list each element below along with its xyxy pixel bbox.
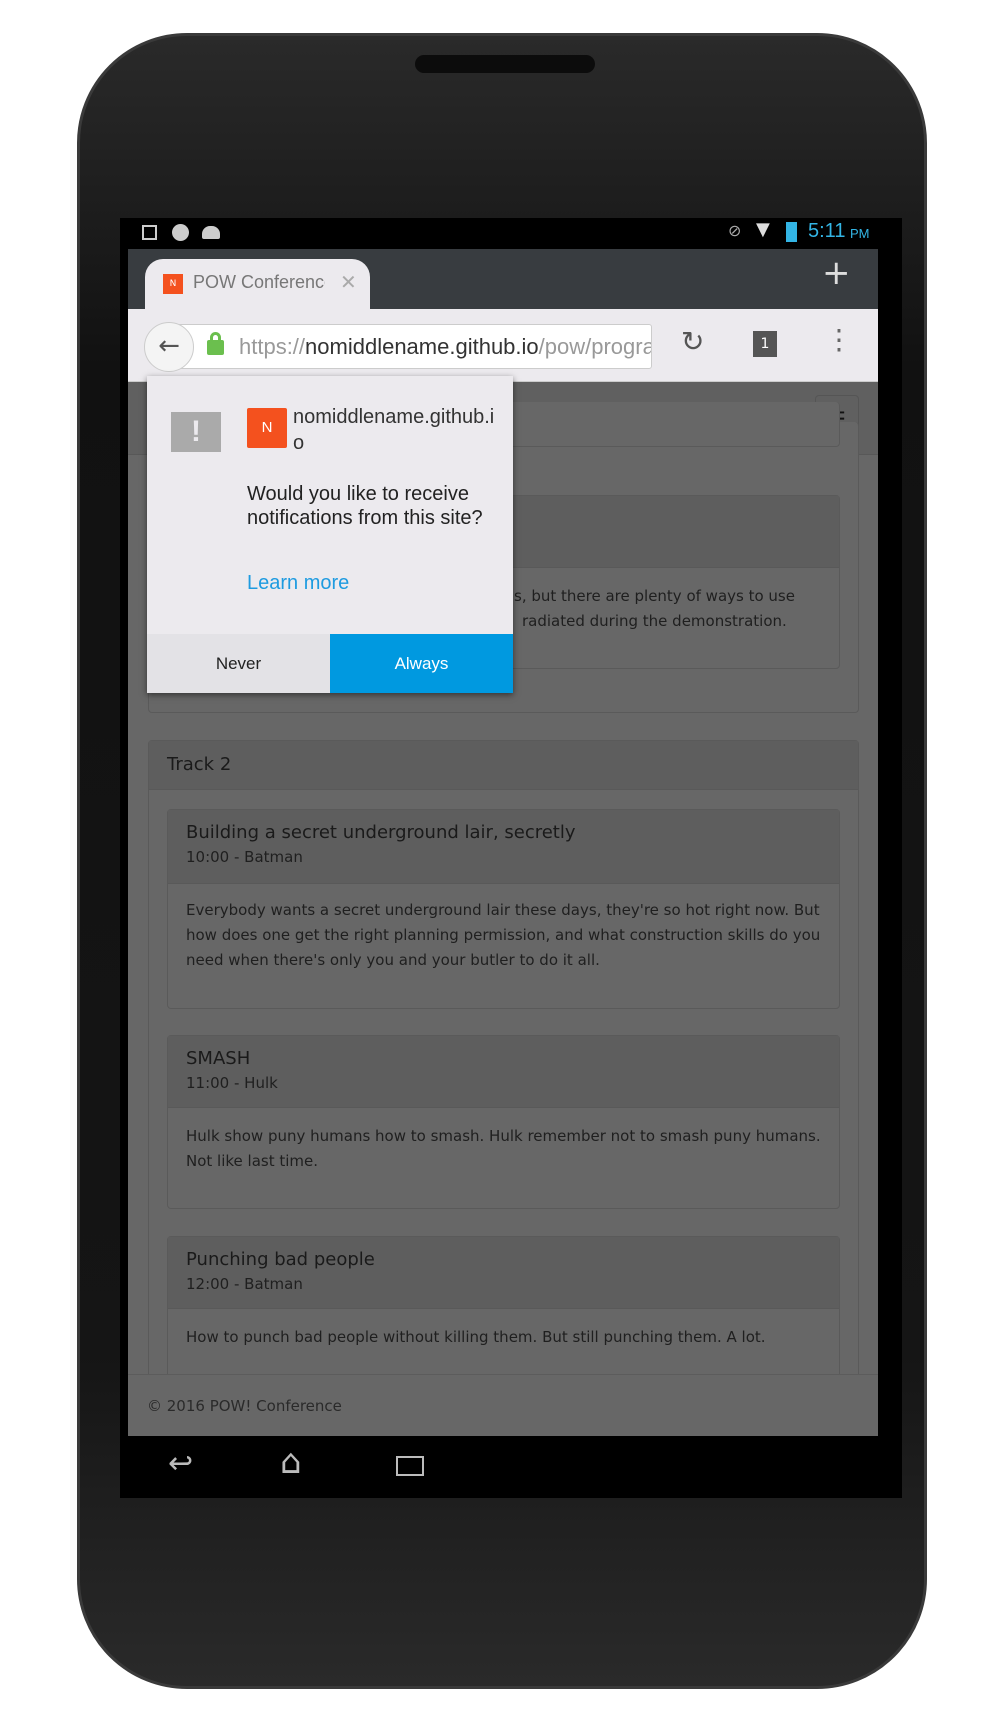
clock: 5:11 bbox=[808, 220, 846, 242]
notification-permission-dialog: ! N nomiddlename.github.io Would you lik… bbox=[147, 376, 513, 693]
session-meta: 12:00 - Batman bbox=[186, 1275, 303, 1293]
never-button[interactable]: Never bbox=[147, 634, 330, 693]
recents-nav-icon[interactable] bbox=[396, 1456, 424, 1476]
site-name: nomiddlename.github.io bbox=[293, 406, 495, 454]
mute-icon: ⊘ bbox=[728, 221, 742, 240]
tab-switcher-button[interactable]: 1 bbox=[753, 331, 777, 357]
new-tab-button[interactable]: + bbox=[822, 253, 851, 293]
url-bar[interactable]: https://nomiddlename.github.io/pow/progr… bbox=[170, 324, 652, 369]
session-title: Building a secret underground lair, secr… bbox=[186, 822, 576, 843]
clock-ampm: PM bbox=[850, 226, 870, 241]
session-meta: 11:00 - Hulk bbox=[186, 1074, 278, 1092]
session-body: Everybody wants a secret underground lai… bbox=[186, 901, 821, 969]
reload-icon[interactable]: ↻ bbox=[681, 325, 704, 358]
back-nav-icon[interactable]: ↩ bbox=[168, 1446, 193, 1481]
url-scheme: https:// bbox=[239, 334, 306, 359]
track-title: Track 2 bbox=[167, 754, 232, 775]
url-path: /pow/program bbox=[538, 334, 651, 359]
learn-more-link[interactable]: Learn more bbox=[247, 572, 349, 595]
android-icon bbox=[202, 226, 220, 239]
tab-pow-conference[interactable]: N POW Conference ✕ bbox=[145, 259, 370, 311]
footer-text: © 2016 POW! Conference bbox=[147, 1397, 342, 1415]
speaker-grille bbox=[415, 55, 595, 73]
url-host: nomiddlename.github.io bbox=[305, 334, 539, 359]
wifi-icon: ▼ bbox=[756, 219, 770, 240]
session-title: Punching bad people bbox=[186, 1249, 375, 1270]
footer: © 2016 POW! Conference bbox=[128, 1374, 878, 1436]
back-button[interactable]: ← bbox=[144, 322, 194, 372]
question: Would you like to receive notifications … bbox=[247, 483, 483, 529]
close-tab-icon[interactable]: ✕ bbox=[340, 270, 357, 294]
session-card: SMASH 11:00 - Hulk Hulk show puny humans … bbox=[167, 1035, 840, 1209]
status-bar: ⊘ ▼ 5:11 PM bbox=[120, 218, 902, 249]
track2-card: Track 2 Building a secret underground la… bbox=[148, 740, 859, 1436]
sync-icon bbox=[172, 224, 189, 241]
session-card: Building a secret underground lair, secr… bbox=[167, 809, 840, 1009]
session-meta: 10:00 - Batman bbox=[186, 848, 303, 866]
site-icon: N bbox=[247, 408, 287, 448]
navigation-bar: ↩ ⌂ bbox=[120, 1436, 902, 1498]
always-button[interactable]: Always bbox=[330, 634, 513, 693]
favicon: N bbox=[163, 274, 183, 294]
session-body: Hulk show puny humans how to smash. Hulk… bbox=[186, 1127, 821, 1170]
alert-icon: ! bbox=[171, 412, 221, 452]
overflow-menu-icon[interactable]: ⋮ bbox=[825, 323, 853, 356]
tab-title: POW Conference bbox=[193, 272, 325, 292]
home-nav-icon[interactable]: ⌂ bbox=[280, 1442, 302, 1482]
session-body: How to punch bad people without killing … bbox=[186, 1328, 766, 1346]
image-icon bbox=[142, 225, 157, 240]
lock-shackle bbox=[210, 332, 221, 344]
battery-charging-icon bbox=[786, 222, 797, 242]
session-title: SMASH bbox=[186, 1048, 251, 1069]
